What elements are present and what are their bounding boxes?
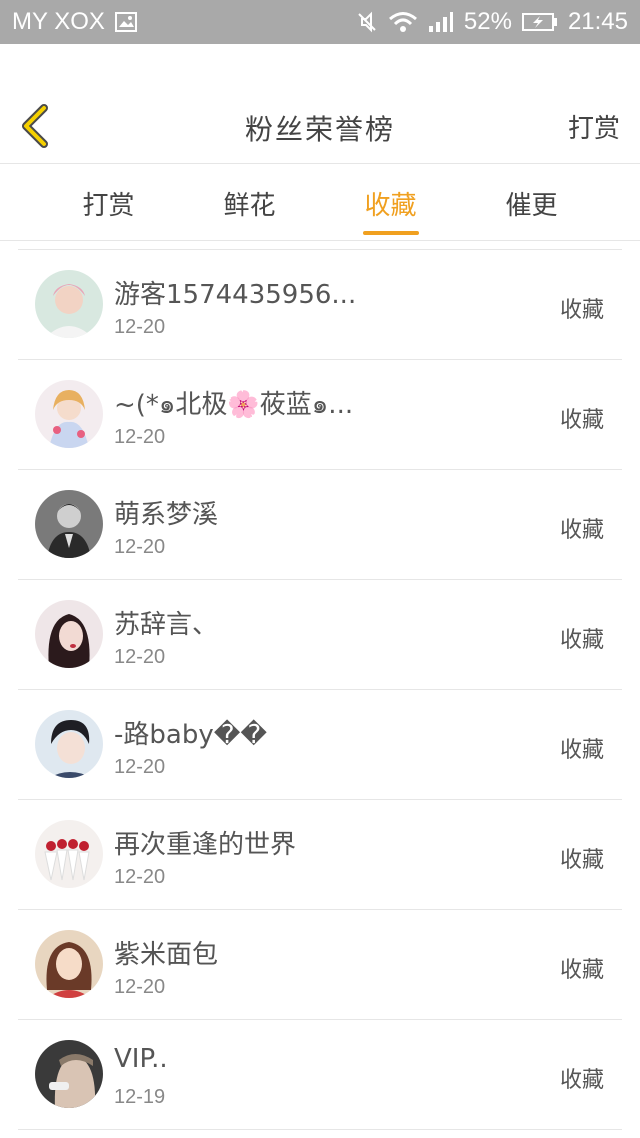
- app-bar: 粉丝荣誉榜 打赏: [0, 44, 640, 164]
- page-title: 粉丝荣誉榜: [244, 113, 395, 146]
- fan-type: 收藏: [559, 848, 604, 873]
- wifi-icon: [388, 11, 418, 33]
- reward-button[interactable]: 打赏: [568, 108, 620, 145]
- tab-reward[interactable]: 打赏: [38, 165, 179, 241]
- fan-list: 游客1574435956... 12-20 收藏 ~(*๑北极🌸莜蓝๑... 1…: [18, 249, 622, 1130]
- fan-name: 再次重逢的世界: [114, 830, 297, 860]
- tab-bar: 打赏 鲜花 收藏 催更: [0, 165, 640, 241]
- list-item[interactable]: 再次重逢的世界 12-20 收藏: [18, 800, 622, 910]
- battery-percent: 52%: [463, 8, 512, 35]
- battery-charging-icon: [521, 12, 558, 32]
- carrier-label: MY XOX: [12, 8, 105, 35]
- fan-date: 12-20: [114, 756, 166, 778]
- tab-flowers[interactable]: 鲜花: [179, 165, 320, 241]
- list-item[interactable]: 萌系梦溪 12-20 收藏: [18, 470, 622, 580]
- fan-name: VIP..: [114, 1044, 168, 1074]
- avatar: [35, 710, 103, 778]
- avatar: [35, 1040, 103, 1108]
- fan-date: 12-20: [114, 866, 166, 888]
- list-item[interactable]: 紫米面包 12-20 收藏: [18, 910, 622, 1020]
- status-bar: MY XOX 52% 21:45: [0, 0, 640, 44]
- fan-date: 12-20: [114, 976, 166, 998]
- fan-type: 收藏: [559, 298, 604, 323]
- image-notification-icon: [114, 12, 137, 32]
- fan-type: 收藏: [559, 408, 604, 433]
- fan-type: 收藏: [559, 1068, 604, 1093]
- fan-date: 12-20: [114, 426, 166, 448]
- fan-date: 12-19: [114, 1086, 166, 1108]
- list-item[interactable]: 苏辞言、 12-20 收藏: [18, 580, 622, 690]
- fan-type: 收藏: [559, 958, 604, 983]
- fan-name: 紫米面包: [114, 940, 219, 970]
- clock: 21:45: [567, 8, 628, 35]
- signal-icon: [428, 11, 454, 33]
- fan-name: 苏辞言、: [114, 610, 219, 640]
- tab-urge-update[interactable]: 催更: [461, 165, 602, 241]
- avatar: [35, 930, 103, 998]
- tab-favorites[interactable]: 收藏: [320, 165, 461, 241]
- avatar: [35, 820, 103, 888]
- fan-date: 12-20: [114, 316, 166, 338]
- list-item[interactable]: -路baby�� 12-20 收藏: [18, 690, 622, 800]
- list-item[interactable]: VIP.. 12-19 收藏: [18, 1020, 622, 1130]
- fan-type: 收藏: [559, 518, 604, 543]
- avatar: [35, 380, 103, 448]
- fan-type: 收藏: [559, 628, 604, 653]
- fan-name: 萌系梦溪: [114, 500, 219, 530]
- fan-type: 收藏: [559, 738, 604, 763]
- avatar: [35, 600, 103, 668]
- list-item[interactable]: ~(*๑北极🌸莜蓝๑... 12-20 收藏: [18, 360, 622, 470]
- fan-date: 12-20: [114, 536, 166, 558]
- fan-name: 游客1574435956...: [114, 280, 357, 310]
- mute-icon: [356, 11, 378, 33]
- avatar: [35, 270, 103, 338]
- list-item[interactable]: 游客1574435956... 12-20 收藏: [18, 250, 622, 360]
- fan-name: ~(*๑北极🌸莜蓝๑...: [114, 390, 354, 420]
- avatar: [35, 490, 103, 558]
- fan-name: -路baby��: [114, 720, 268, 750]
- fan-date: 12-20: [114, 646, 166, 668]
